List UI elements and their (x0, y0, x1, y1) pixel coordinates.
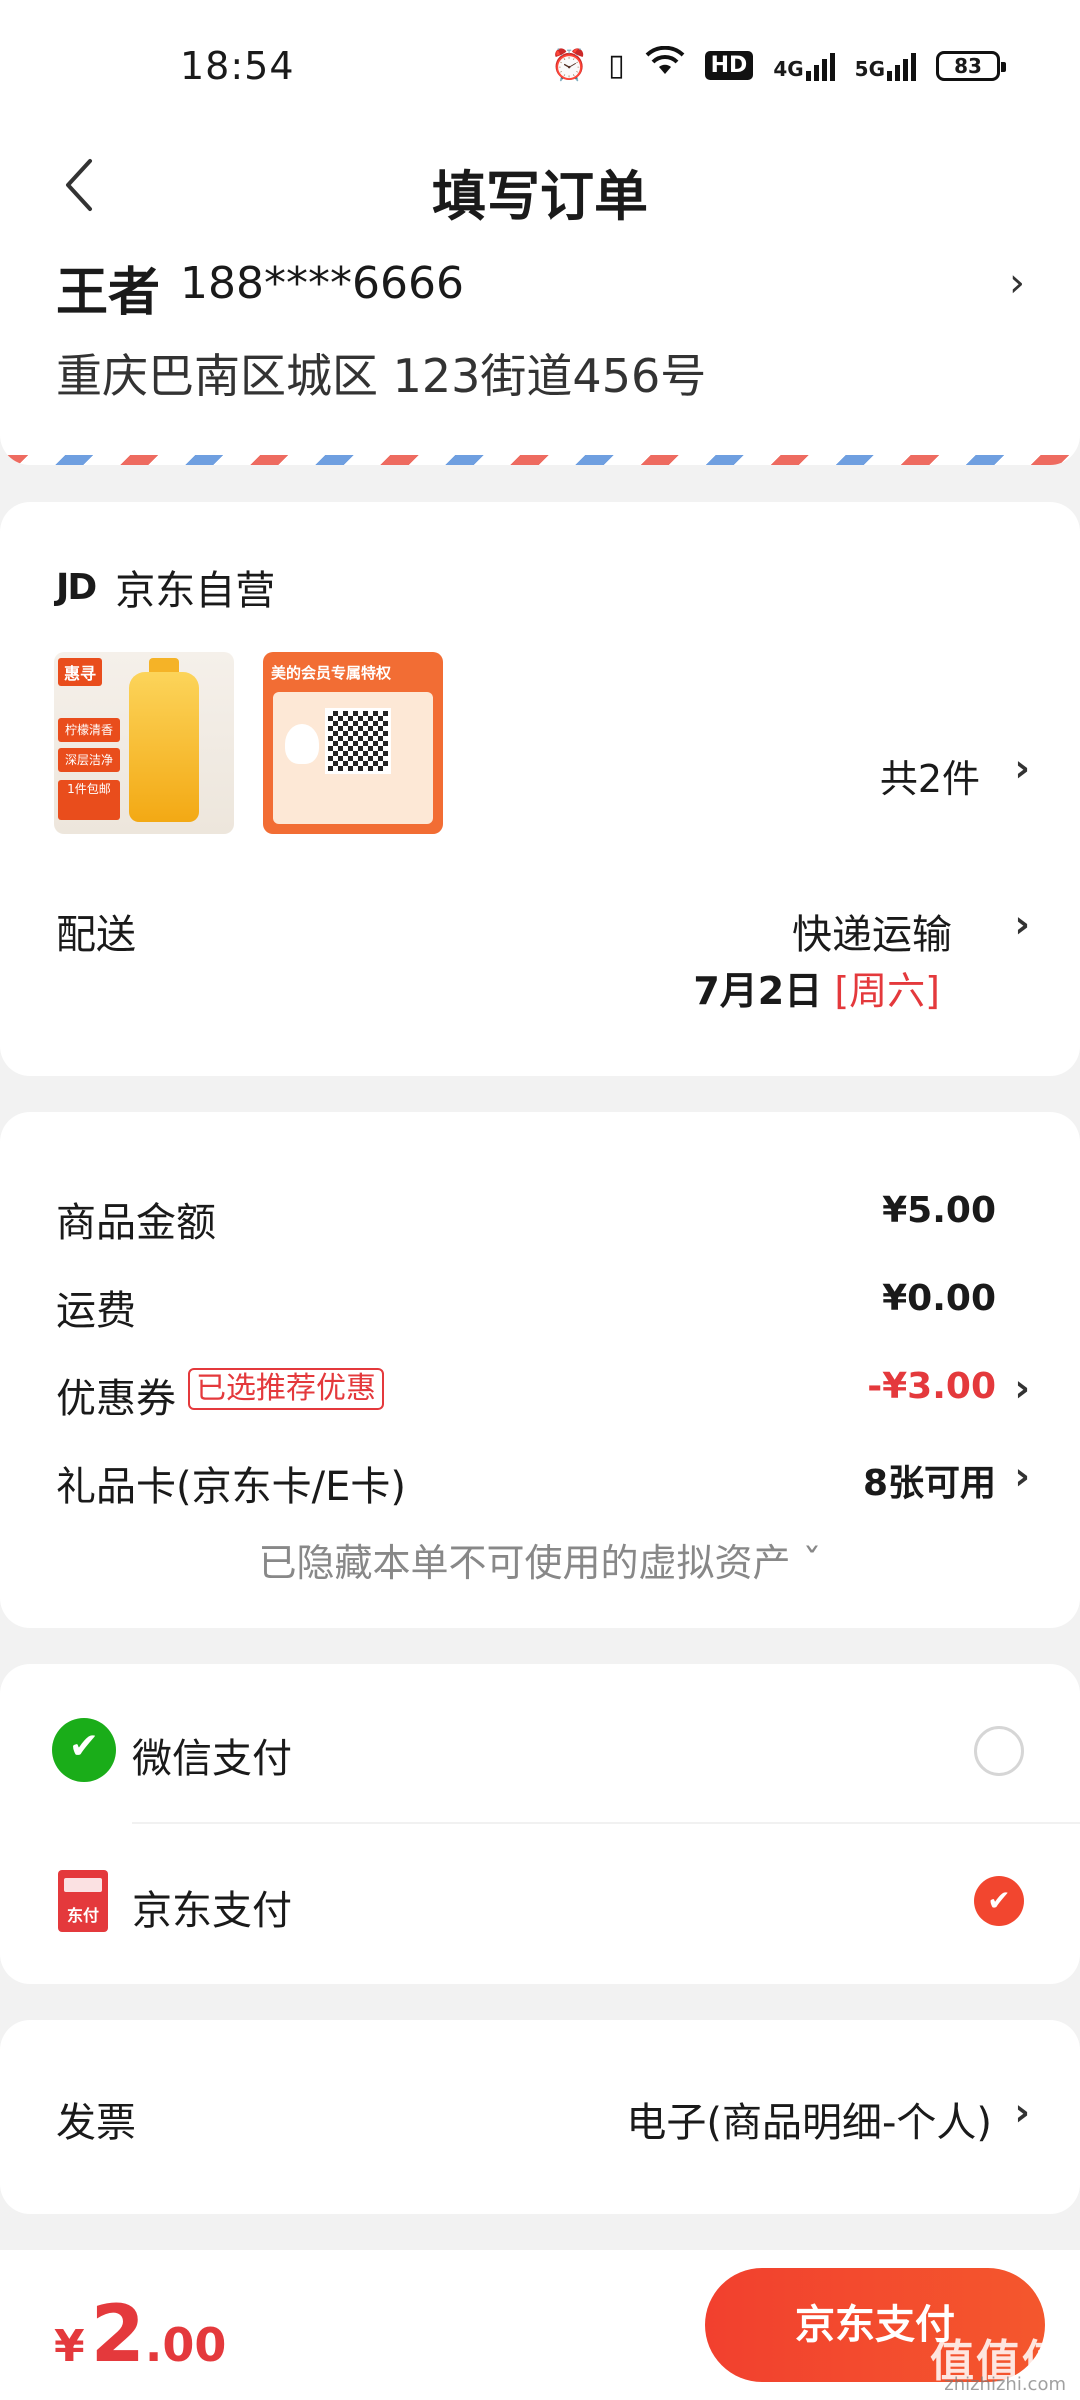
chevron-right-icon: › (1014, 1454, 1030, 1498)
chevron-right-icon: › (1014, 902, 1030, 946)
goods-amount-label: 商品金额 (56, 1200, 216, 1246)
address-line: 重庆巴南区城区 123街道456号 (56, 349, 707, 403)
network-5g-label: 5G (854, 56, 885, 81)
giftcard-value[interactable]: 8张可用 (863, 1454, 996, 1506)
shipping-method[interactable]: 快递运输 (792, 902, 952, 960)
freight-label: 运费 (56, 1288, 136, 1334)
shop-header: JD 京东自营 (56, 558, 275, 616)
status-time: 18:54 (180, 44, 295, 88)
chevron-right-icon: › (1014, 1366, 1030, 1410)
radio-jd-selected[interactable] (974, 1876, 1024, 1926)
invoice-value: 电子(商品明细-个人) (626, 2100, 992, 2146)
product-tag: 柠檬清香 (58, 718, 120, 742)
jd-pay-icon-text: 东付 (66, 1906, 99, 1925)
qr-code-image (325, 708, 391, 774)
payment-option-wechat[interactable]: 微信支付 (132, 1726, 292, 1784)
product-tag: 1件包邮 (58, 780, 120, 820)
network-4g-label: 4G (773, 56, 804, 81)
chevron-right-icon: › (1014, 746, 1030, 790)
jd-pay-icon: 东付 (58, 1870, 108, 1932)
total-price: ¥ 2 .00 (54, 2290, 226, 2380)
price-card: 商品金额 ¥5.00 运费 ¥0.00 优惠券 已选推荐优惠 -¥3.00 › … (0, 1112, 1080, 1628)
status-icons: ⏰ ▯ HD 4G 5G 83 (550, 45, 1006, 85)
payment-option-jd[interactable]: 京东支付 (132, 1878, 292, 1936)
delivery-weekday: [周六] (834, 969, 940, 1013)
watermark-url: zhizhizhi.com (944, 2374, 1066, 2395)
chevron-right-icon: › (1009, 260, 1025, 306)
checkout-bar: ¥ 2 .00 京东支付 (0, 2250, 1080, 2400)
hidden-assets-toggle[interactable]: 已隐藏本单不可使用的虚拟资产 ˇ (0, 1532, 1080, 1587)
total-integer: 2 (90, 2290, 145, 2380)
receiver-name: 王者 (56, 263, 161, 323)
page-header: 填写订单 (0, 130, 1080, 240)
signal-5g-icon: 5G (855, 51, 916, 81)
mascot-image (285, 724, 319, 764)
giftcard-label: 礼品卡(京东卡/E卡) (56, 1464, 406, 1510)
product-tag: 深层洁净 (58, 748, 120, 772)
status-bar: 18:54 ⏰ ▯ HD 4G 5G 83 (0, 0, 1080, 130)
page-title: 填写订单 (432, 165, 648, 228)
payment-card: 微信支付 东付 京东支付 (0, 1664, 1080, 1984)
promo-title: 美的会员专属特权 (271, 664, 392, 682)
product-thumbnail[interactable]: 惠寻 柠檬清香 深层洁净 1件包邮 (54, 652, 234, 834)
coupon-label: 优惠券 (56, 1376, 176, 1422)
receiver-phone: 188****6666 (180, 258, 464, 309)
invoice-card[interactable]: 发票 电子(商品明细-个人) › (0, 2020, 1080, 2214)
hd-icon: HD (704, 51, 754, 80)
jd-logo-icon: JD (56, 566, 97, 608)
coupon-value[interactable]: -¥3.00 (867, 1366, 996, 1407)
shop-card: JD 京东自营 惠寻 柠檬清香 深层洁净 1件包邮 美的会员专属特权 共2件 ›… (0, 502, 1080, 1076)
chevron-right-icon: › (1014, 2090, 1030, 2134)
airmail-border (0, 455, 1080, 465)
total-decimal: .00 (144, 2318, 227, 2372)
radio-wechat[interactable] (974, 1726, 1024, 1776)
divider (132, 1822, 1080, 1824)
delivery-date: 7月2日 (693, 969, 823, 1013)
wifi-icon (645, 45, 685, 85)
wechat-pay-icon (52, 1718, 116, 1782)
coupon-badge: 已选推荐优惠 (188, 1368, 384, 1410)
item-count[interactable]: 共2件 (880, 748, 980, 803)
shipping-label: 配送 (56, 912, 136, 958)
alarm-icon: ⏰ (550, 47, 589, 83)
signal-4g-icon: 4G (773, 51, 835, 81)
product-brand-label: 惠寻 (58, 658, 103, 686)
battery-icon: 83 (936, 50, 1006, 81)
detergent-bottle-image (129, 672, 199, 822)
shipping-date: 7月2日 [周六] (693, 960, 940, 1015)
invoice-label: 发票 (56, 2100, 136, 2146)
product-thumbnail[interactable]: 美的会员专属特权 (263, 652, 443, 834)
goods-amount-value: ¥5.00 (882, 1190, 996, 1231)
currency-symbol: ¥ (54, 2321, 85, 2372)
vibrate-icon: ▯ (608, 47, 625, 83)
address-card[interactable]: 王者 188****6666 › 重庆巴南区城区 123街道456号 (0, 240, 1080, 465)
shop-name: 京东自营 (115, 568, 276, 614)
freight-value: ¥0.00 (882, 1278, 996, 1319)
